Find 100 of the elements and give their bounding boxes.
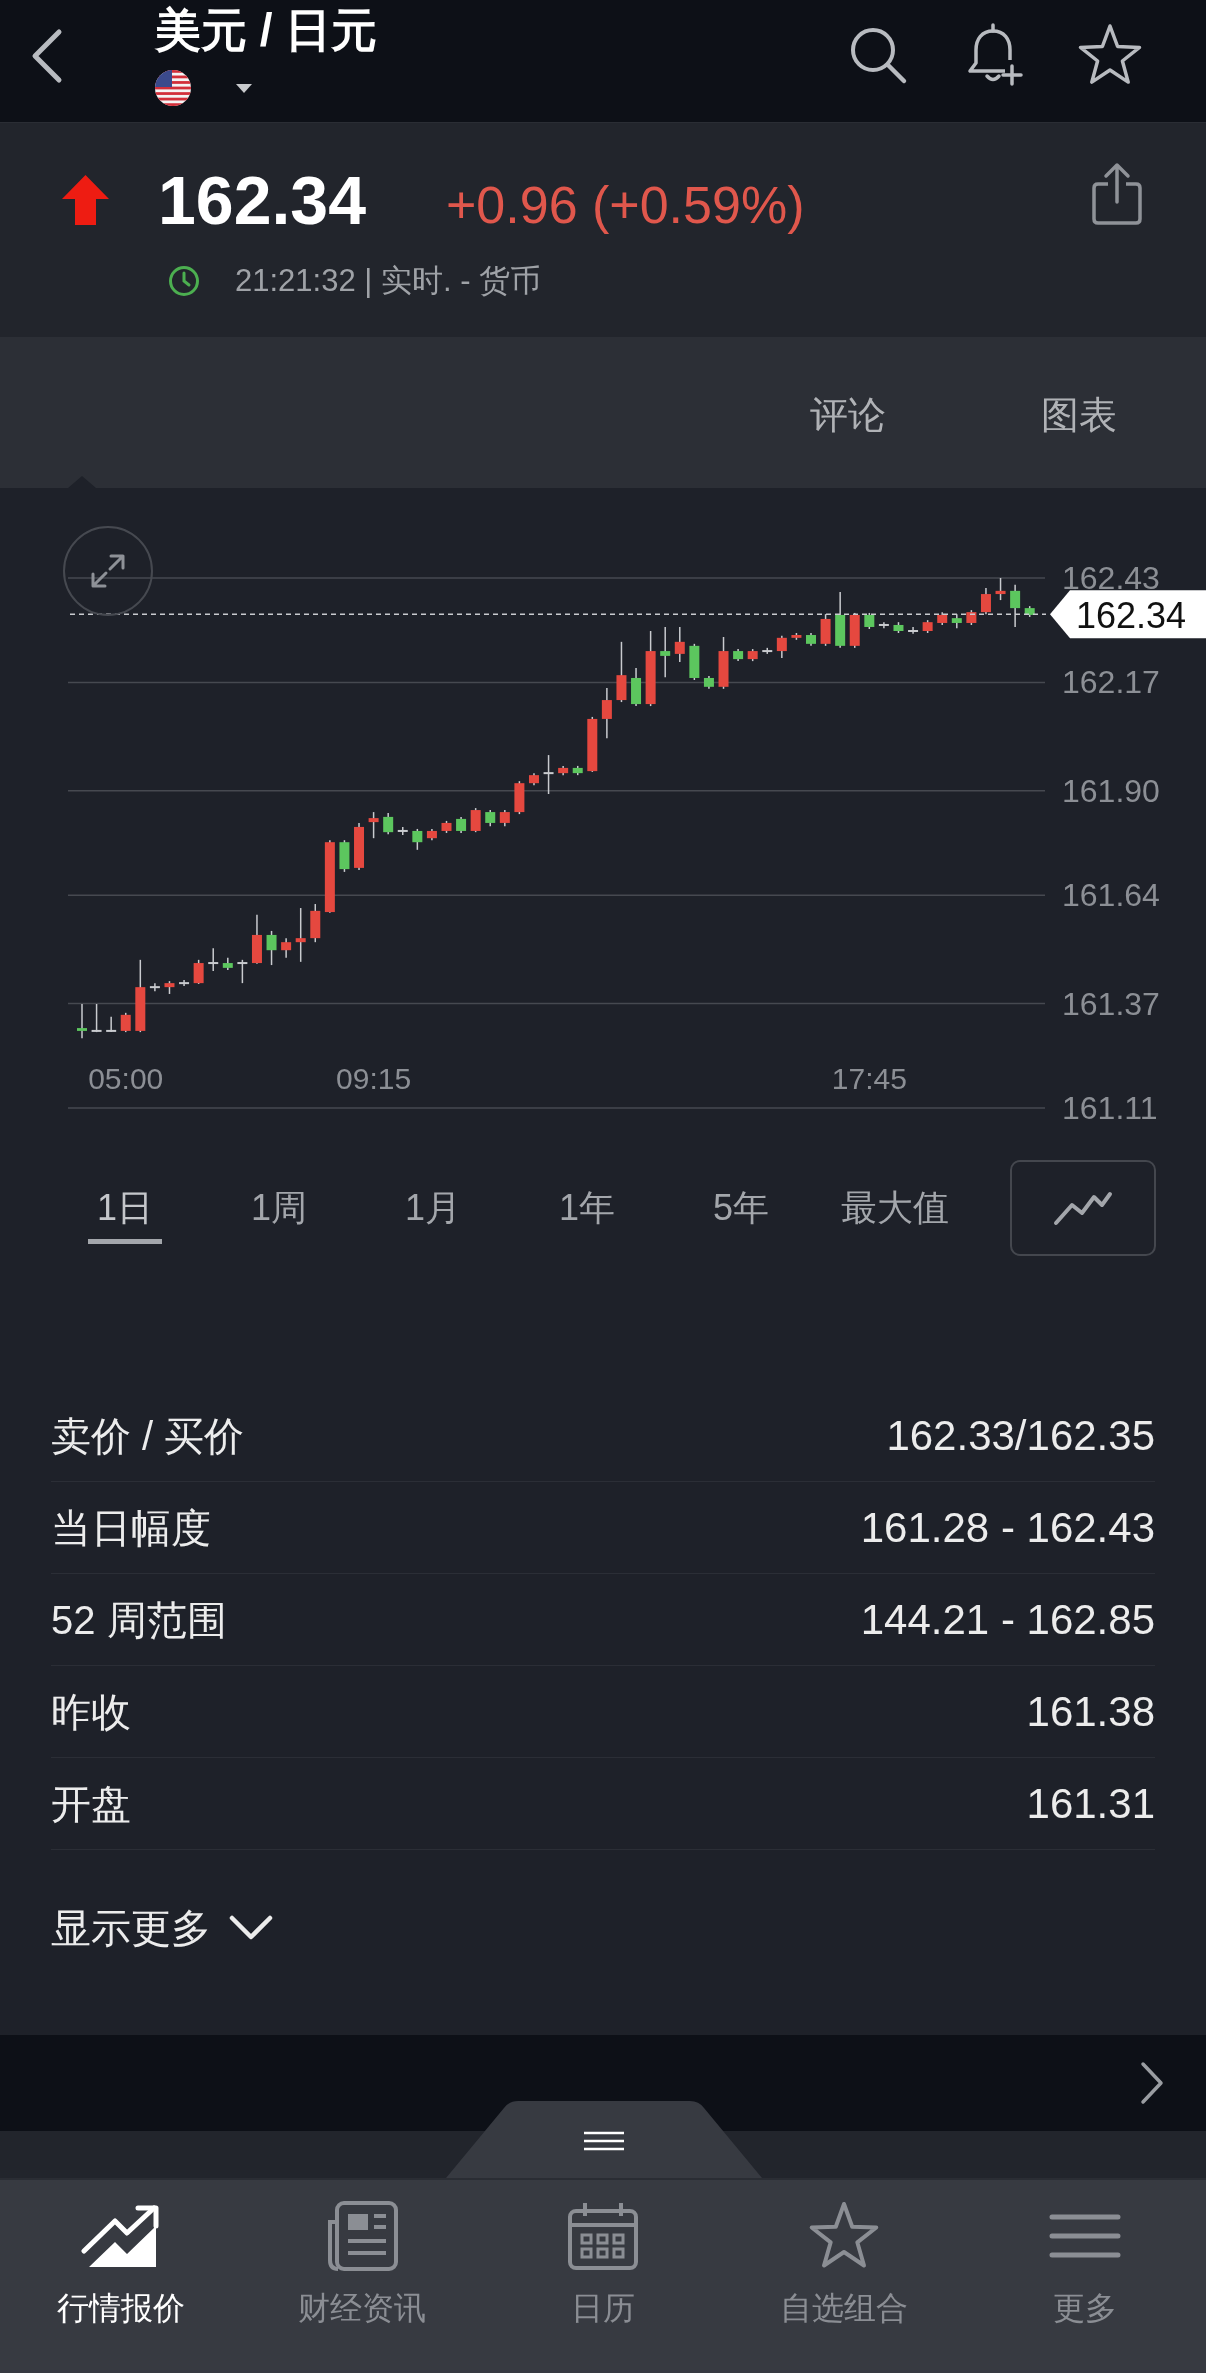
candlestick (208, 947, 219, 972)
menu-icon (1049, 2214, 1122, 2258)
candlestick (412, 828, 423, 851)
stat-value: 161.28 - 162.43 (860, 1503, 1155, 1553)
candlestick (733, 648, 744, 662)
calendar-icon (567, 2202, 639, 2270)
candlestick (149, 982, 160, 992)
candlestick (91, 1003, 102, 1033)
quote-timestamp: 21:21:32 | 实时. - 货币 (235, 261, 542, 300)
range-tab[interactable]: 1周 (202, 1168, 356, 1248)
axis-label: 161.64 (1062, 877, 1160, 914)
candlestick (281, 937, 292, 959)
candlestick (179, 979, 190, 987)
axis-label: 09:15 (336, 1061, 412, 1095)
nav-tab[interactable]: 行情报价 (0, 2180, 242, 2373)
candlestick (878, 621, 889, 629)
range-tab[interactable]: 1年 (510, 1168, 664, 1248)
pair-title: 美元 / 日元 (155, 3, 378, 58)
candlestick (1010, 584, 1021, 628)
candlestick (980, 587, 991, 615)
candlestick (908, 626, 919, 635)
candlestick (835, 591, 846, 649)
chevron-down-icon (229, 1915, 273, 1941)
candlestick (383, 812, 394, 835)
caret-down-icon[interactable] (236, 83, 252, 93)
candlestick (893, 621, 904, 634)
candlestick (441, 820, 452, 834)
candlestick (456, 816, 467, 834)
axis-label: 162.17 (1062, 664, 1160, 701)
candlestick (922, 619, 933, 634)
candlestick (718, 636, 729, 690)
candlestick (937, 611, 948, 626)
candlestick (616, 641, 627, 703)
candlestick (485, 809, 496, 827)
section-tab[interactable]: 图表 (1004, 370, 1154, 461)
range-tab[interactable]: 最大值 (818, 1168, 972, 1248)
chart-type-button[interactable] (1010, 1160, 1156, 1256)
candlestick (703, 675, 714, 690)
nav-tab[interactable]: 财经资讯 (241, 2180, 483, 2373)
candlestick (806, 632, 816, 647)
candlestick (631, 667, 642, 707)
candlestick (776, 635, 787, 659)
axis-label: 161.11 (1062, 1090, 1158, 1126)
candlestick (120, 1012, 131, 1033)
share-icon (1092, 161, 1142, 225)
candlestick (689, 643, 700, 681)
candlestick (266, 930, 277, 966)
candlestick (193, 959, 204, 985)
nav-tab[interactable]: 更多 (964, 2180, 1206, 2373)
range-tab[interactable]: 1日 (48, 1168, 202, 1248)
candlestick (543, 754, 554, 795)
stat-label: 52 周范围 (51, 1596, 227, 1644)
stat-value: 162.33/162.35 (886, 1411, 1155, 1461)
section-tab[interactable]: 评论 (773, 370, 923, 461)
handle-lines-icon (584, 2131, 624, 2151)
ref-line-label: 162.34 (1076, 594, 1187, 636)
line-chart-icon (1053, 1190, 1113, 1226)
stat-label: 昨收 (51, 1688, 131, 1736)
candlestick (354, 822, 364, 871)
bell-plus-icon (965, 22, 1023, 88)
range-tab[interactable]: 1月 (356, 1168, 510, 1248)
candlestick (995, 577, 1006, 601)
candlestick (587, 716, 598, 773)
axis-label: 161.90 (1062, 772, 1160, 809)
candlestick (791, 632, 802, 641)
stat-value: 161.38 (1026, 1687, 1155, 1737)
candlestick (674, 626, 685, 663)
axis-label: 161.37 (1062, 985, 1160, 1022)
stat-label: 开盘 (51, 1780, 131, 1828)
candlestick (864, 612, 875, 630)
range-tab[interactable]: 5年 (664, 1168, 818, 1248)
candlestick (426, 828, 437, 841)
stat-label: 当日幅度 (51, 1504, 211, 1552)
candlestick (368, 811, 379, 839)
show-more-button[interactable]: 显示更多 (51, 1898, 273, 1958)
candlestick (106, 1016, 117, 1033)
candlestick (747, 648, 758, 662)
drawer-handle[interactable] (446, 2101, 762, 2178)
candlestick (966, 609, 977, 626)
candlestick (1024, 605, 1035, 618)
candlestick (572, 765, 583, 776)
candlestick (951, 613, 962, 629)
candlestick (470, 807, 481, 833)
share-button[interactable] (1092, 161, 1142, 225)
nav-tab[interactable]: 自选组合 (723, 2180, 965, 2373)
candlestick (339, 839, 350, 873)
stat-label: 卖价 / 买价 (51, 1412, 245, 1460)
candlestick (295, 907, 306, 963)
candlestick (601, 687, 612, 739)
expand-button[interactable] (63, 526, 153, 616)
candlestick (529, 772, 539, 786)
candlestick (499, 809, 510, 827)
candlestick (251, 914, 262, 965)
candlestick (514, 780, 525, 815)
candlestick (222, 957, 233, 971)
candlestick (660, 626, 671, 678)
candlestick (310, 903, 321, 943)
us-flag-icon (155, 70, 191, 106)
candlestick (820, 613, 831, 647)
nav-tab[interactable]: 日历 (482, 2180, 724, 2373)
